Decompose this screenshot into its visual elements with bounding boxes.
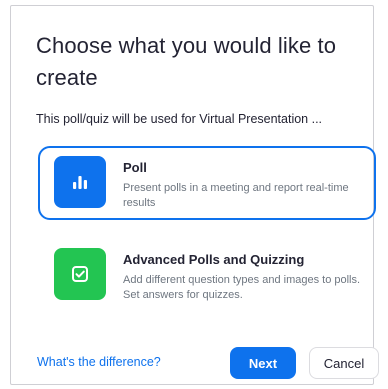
whats-the-difference-link[interactable]: What's the difference? (37, 355, 161, 369)
poll-option-title: Poll (123, 160, 147, 175)
cancel-button[interactable]: Cancel (309, 347, 379, 379)
advanced-option-title: Advanced Polls and Quizzing (123, 252, 305, 267)
advanced-polls-option[interactable]: Advanced Polls and Quizzing Add differen… (38, 238, 376, 312)
poll-option-description: Present polls in a meeting and report re… (123, 182, 349, 209)
advanced-option-description: Add different question types and images … (123, 274, 361, 301)
create-poll-dialog: Choose what you would like to create Thi… (10, 5, 379, 385)
next-button[interactable]: Next (230, 347, 296, 379)
poll-option[interactable]: Poll Present polls in a meeting and repo… (38, 146, 376, 220)
dialog-subtitle: This poll/quiz will be used for Virtual … (36, 112, 323, 126)
bar-chart-icon (54, 156, 106, 208)
dialog-title: Choose what you would like to create (36, 33, 337, 90)
checkbox-icon (54, 248, 106, 300)
